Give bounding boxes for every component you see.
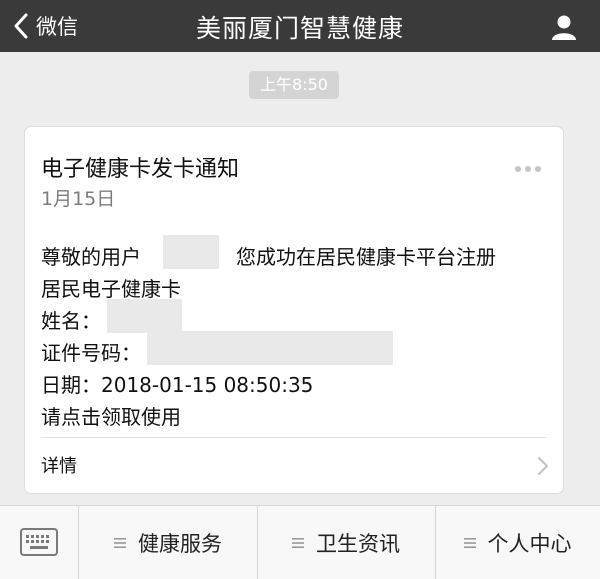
greeting-suffix: 您成功在居民健康卡平台注册 bbox=[236, 245, 496, 269]
menu-label: 卫生资讯 bbox=[316, 531, 400, 556]
message-timestamp: 上午8:50 bbox=[249, 71, 339, 99]
menu-personal-center[interactable]: 个人中心 bbox=[435, 506, 600, 579]
redacted-name bbox=[107, 299, 182, 333]
menu-label: 个人中心 bbox=[487, 531, 572, 556]
id-label: 证件号码： bbox=[41, 341, 141, 365]
more-options-icon[interactable] bbox=[515, 157, 549, 172]
action-line: 请点击领取使用 bbox=[41, 405, 181, 429]
chevron-right-icon bbox=[538, 457, 548, 475]
menu-label: 健康服务 bbox=[138, 531, 222, 556]
menu-lines-icon bbox=[292, 537, 304, 548]
keyboard-icon bbox=[20, 528, 58, 556]
bottom-menu-bar: 健康服务 卫生资讯 个人中心 bbox=[0, 505, 600, 579]
menu-lines-icon bbox=[463, 537, 476, 548]
details-link[interactable]: 详情 bbox=[25, 438, 563, 493]
redacted-username bbox=[163, 235, 219, 269]
details-label: 详情 bbox=[41, 456, 77, 477]
date-line: 日期：2018-01-15 08:50:35 bbox=[41, 373, 314, 397]
card-title: 电子健康卡发卡通知 bbox=[41, 157, 240, 182]
keyboard-toggle-button[interactable] bbox=[0, 506, 79, 579]
user-profile-icon[interactable] bbox=[550, 13, 578, 41]
notification-card[interactable]: 电子健康卡发卡通知 1月15日 尊敬的用户 您成功在居民健康卡平台注册 居民电子… bbox=[25, 127, 563, 493]
card-line-2: 居民电子健康卡 bbox=[41, 277, 181, 301]
menu-lines-icon bbox=[114, 537, 126, 548]
page-title: 美丽厦门智慧健康 bbox=[195, 14, 404, 43]
card-date: 1月15日 bbox=[41, 188, 116, 210]
name-label: 姓名： bbox=[41, 309, 101, 333]
greeting-prefix: 尊敬的用户 bbox=[41, 245, 141, 269]
top-nav-bar: 微信 美丽厦门智慧健康 bbox=[0, 0, 600, 52]
menu-health-news[interactable]: 卫生资讯 bbox=[257, 506, 436, 579]
redacted-id-number bbox=[147, 331, 393, 365]
menu-health-services[interactable]: 健康服务 bbox=[79, 506, 258, 579]
